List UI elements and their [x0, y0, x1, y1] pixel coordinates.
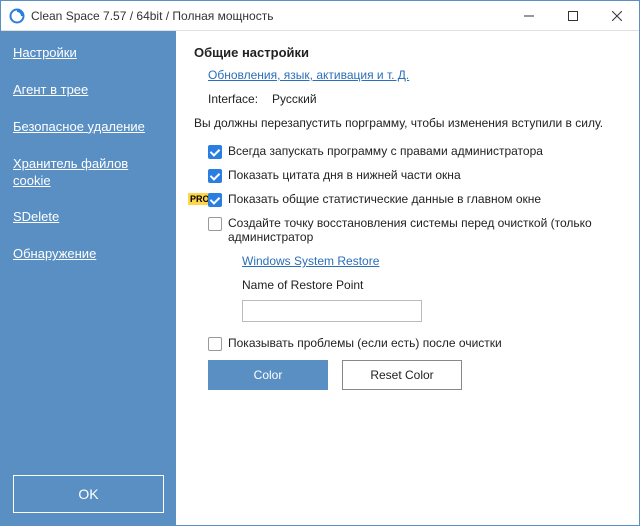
sidebar-item-secure-delete[interactable]: Безопасное удаление: [13, 119, 164, 136]
checkbox-show-problems[interactable]: [208, 337, 222, 351]
titlebar: Clean Space 7.57 / 64bit / Полная мощнос…: [1, 1, 639, 31]
window-title: Clean Space 7.57 / 64bit / Полная мощнос…: [31, 9, 507, 23]
color-button-row: Color Reset Color: [208, 360, 629, 390]
sidebar-nav: Настройки Агент в трее Безопасное удален…: [13, 45, 164, 475]
sidebar-item-sdelete[interactable]: SDelete: [13, 209, 164, 226]
minimize-icon: [524, 11, 534, 21]
minimize-button[interactable]: [507, 1, 551, 31]
check-label: Создайте точку восстановления системы пе…: [228, 216, 629, 244]
sidebar: Настройки Агент в трее Безопасное удален…: [1, 31, 176, 525]
reset-color-button[interactable]: Reset Color: [342, 360, 462, 390]
main-panel: Общие настройки Обновления, язык, актива…: [176, 31, 639, 525]
window-body: Настройки Агент в трее Безопасное удален…: [1, 31, 639, 525]
check-show-quote: Показать цитата дня в нижней части окна: [194, 168, 629, 182]
check-run-admin: Всегда запускать программу с правами адм…: [194, 144, 629, 158]
app-logo-icon: [9, 8, 25, 24]
close-button[interactable]: [595, 1, 639, 31]
system-restore-link[interactable]: Windows System Restore: [242, 254, 379, 268]
color-button[interactable]: Color: [208, 360, 328, 390]
app-window: Clean Space 7.57 / 64bit / Полная мощнос…: [0, 0, 640, 526]
restore-point-name-input[interactable]: [242, 300, 422, 322]
close-icon: [612, 11, 622, 21]
check-label: Всегда запускать программу с правами адм…: [228, 144, 543, 158]
check-restore-point: Создайте точку восстановления системы пе…: [194, 216, 629, 244]
maximize-icon: [568, 11, 578, 21]
check-label: Показать цитата дня в нижней части окна: [228, 168, 461, 182]
maximize-button[interactable]: [551, 1, 595, 31]
updates-link[interactable]: Обновления, язык, активация и т. Д.: [208, 68, 409, 82]
page-heading: Общие настройки: [194, 45, 629, 60]
restart-notice: Вы должны перезапустить порграмму, чтобы…: [194, 116, 629, 130]
sidebar-item-tray-agent[interactable]: Агент в трее: [13, 82, 164, 99]
checkbox-show-quote[interactable]: [208, 169, 222, 183]
ok-button[interactable]: OK: [13, 475, 164, 513]
interface-row: Interface: Русский: [208, 92, 629, 106]
check-show-problems: Показывать проблемы (если есть) после оч…: [194, 336, 629, 350]
check-label: Показать общие статистические данные в г…: [228, 192, 541, 206]
checkbox-restore-point[interactable]: [208, 217, 222, 231]
interface-value[interactable]: Русский: [272, 92, 317, 106]
check-label: Показывать проблемы (если есть) после оч…: [228, 336, 502, 350]
restore-point-name-label: Name of Restore Point: [242, 278, 629, 292]
sidebar-item-cookie-keeper[interactable]: Хранитель файлов cookie: [13, 156, 164, 190]
check-show-stats: PRO Показать общие статистические данные…: [194, 192, 629, 206]
sidebar-item-settings[interactable]: Настройки: [13, 45, 164, 62]
sidebar-item-detection[interactable]: Обнаружение: [13, 246, 164, 263]
checkbox-show-stats[interactable]: [208, 193, 222, 207]
interface-label: Interface:: [208, 92, 258, 106]
checkbox-run-admin[interactable]: [208, 145, 222, 159]
